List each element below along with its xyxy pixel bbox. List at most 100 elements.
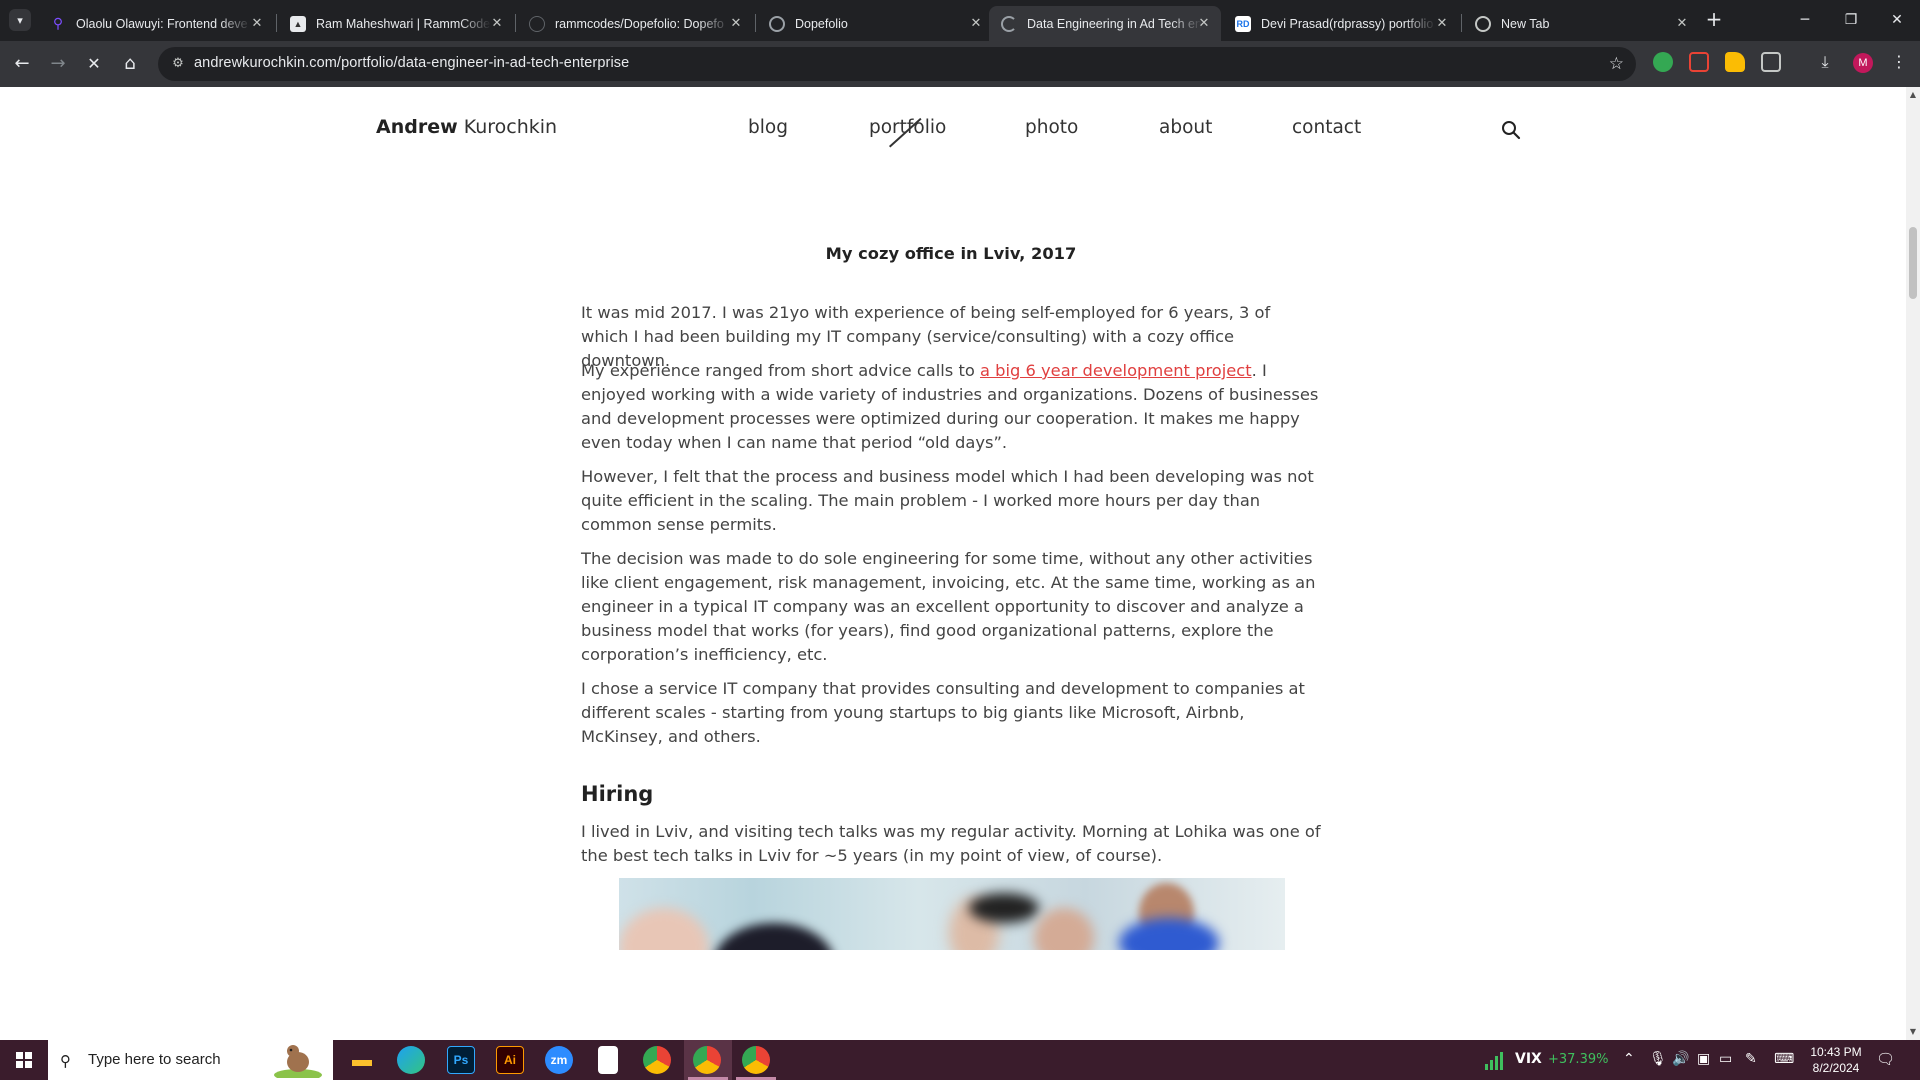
tab-4-active[interactable]: Data Engineering in Ad Tech en ✕ bbox=[989, 6, 1221, 41]
paragraph-6: I lived in Lviv, and visiting tech talks… bbox=[581, 822, 1321, 865]
tab-title: rammcodes/Dopefolio: Dopefo bbox=[555, 16, 724, 31]
tab-title: Olaolu Olawuyi: Frontend deve bbox=[76, 16, 248, 31]
search-highlight-squirrel-icon bbox=[274, 1045, 322, 1078]
github-icon bbox=[529, 15, 545, 32]
map-pin-icon: ⚲ bbox=[52, 15, 64, 31]
nav-contact[interactable]: contact bbox=[1292, 117, 1361, 138]
profile-photo-icon: ▲ bbox=[290, 15, 306, 32]
nav-blog[interactable]: blog bbox=[748, 117, 788, 138]
address-bar[interactable]: ⚙ andrewkurochkin.com/portfolio/data-eng… bbox=[158, 47, 1636, 81]
stop-loading-button[interactable]: ✕ bbox=[82, 52, 106, 76]
paragraph-3: However, I felt that the process and bus… bbox=[581, 467, 1314, 534]
site-logo[interactable]: Andrew Kurochkin bbox=[376, 116, 557, 138]
tab-separator bbox=[276, 14, 277, 32]
notepad-icon[interactable] bbox=[598, 1046, 618, 1074]
tab-0[interactable]: ⚲ Olaolu Olawuyi: Frontend deve ✕ bbox=[38, 6, 274, 41]
close-window-button[interactable]: ✕ bbox=[1882, 6, 1912, 34]
page-scrollbar[interactable]: ▲ ▼ bbox=[1906, 87, 1920, 1040]
windows-start-icon[interactable] bbox=[0, 1040, 48, 1080]
paragraph-2: My experience ranged from short advice c… bbox=[581, 359, 1321, 455]
profile-avatar[interactable]: M bbox=[1853, 53, 1873, 73]
close-icon[interactable]: ✕ bbox=[729, 16, 743, 30]
search-placeholder: Type here to search bbox=[88, 1051, 221, 1068]
image-caption: My cozy office in Lviv, 2017 bbox=[825, 244, 1077, 263]
paragraph-4: The decision was made to do sole enginee… bbox=[581, 549, 1316, 664]
camera-icon[interactable]: ▣ bbox=[1697, 1051, 1710, 1067]
tab-separator bbox=[1461, 14, 1462, 32]
restore-button[interactable]: ❐ bbox=[1836, 6, 1866, 34]
back-button[interactable]: ← bbox=[10, 52, 34, 76]
close-icon[interactable]: ✕ bbox=[1435, 16, 1449, 30]
loading-spinner-icon bbox=[1001, 15, 1017, 32]
illustrator-icon[interactable]: Ai bbox=[496, 1046, 524, 1074]
logo-last-name: Kurochkin bbox=[463, 116, 558, 138]
microphone-icon[interactable]: 🎙 bbox=[1649, 1051, 1667, 1067]
project-link[interactable]: a big 6 year development project bbox=[980, 361, 1252, 380]
clock-time: 10:43 PM bbox=[1810, 1045, 1862, 1059]
vix-change: +37.39% bbox=[1548, 1052, 1609, 1067]
speaker-icon[interactable]: 🔊 bbox=[1672, 1051, 1689, 1067]
close-icon[interactable]: ✕ bbox=[490, 16, 504, 30]
network-icon[interactable]: ▭ bbox=[1719, 1051, 1732, 1067]
keyboard-icon[interactable]: ⌨ bbox=[1774, 1051, 1794, 1067]
globe-icon bbox=[769, 15, 785, 32]
nav-about[interactable]: about bbox=[1159, 117, 1212, 138]
extension-folder-icon[interactable] bbox=[1725, 52, 1745, 72]
vix-label: VIX bbox=[1515, 1051, 1542, 1067]
taskbar-search-box[interactable]: ⚲ Type here to search bbox=[48, 1040, 333, 1080]
tab-5[interactable]: RD Devi Prasad(rdprassy) portfolio ✕ bbox=[1223, 6, 1459, 41]
chevron-up-icon[interactable]: ⌃ bbox=[1623, 1051, 1635, 1067]
download-icon[interactable]: ⤓ bbox=[1815, 52, 1835, 72]
tab-title: New Tab bbox=[1501, 16, 1550, 31]
tab-3[interactable]: Dopefolio ✕ bbox=[757, 6, 993, 41]
tab-title: Dopefolio bbox=[795, 16, 848, 31]
tab-separator bbox=[755, 14, 756, 32]
url-text[interactable]: andrewkurochkin.com/portfolio/data-engin… bbox=[194, 55, 629, 71]
clock-date: 8/2/2024 bbox=[1812, 1061, 1860, 1075]
tab-1[interactable]: ▲ Ram Maheshwari | RammCode ✕ bbox=[278, 6, 514, 41]
bookmark-star-icon[interactable]: ☆ bbox=[1609, 54, 1624, 74]
system-clock[interactable]: 10:43 PM 8/2/2024 bbox=[1806, 1044, 1866, 1076]
chrome-icon[interactable] bbox=[643, 1046, 671, 1074]
close-icon[interactable]: ✕ bbox=[1197, 16, 1211, 30]
nav-photo[interactable]: photo bbox=[1025, 117, 1078, 138]
rd-logo-icon: RD bbox=[1235, 15, 1251, 32]
file-explorer-icon[interactable]: ▬ bbox=[348, 1046, 376, 1074]
menu-kebab-icon[interactable]: ⋮ bbox=[1889, 52, 1909, 72]
close-icon[interactable]: ✕ bbox=[250, 16, 264, 30]
tab-strip: ▾ ⚲ Olaolu Olawuyi: Frontend deve ✕ ▲ Ra… bbox=[0, 0, 1920, 41]
tab-search-button[interactable]: ▾ bbox=[9, 9, 31, 31]
paragraph-5: I chose a service IT company that provid… bbox=[581, 679, 1305, 746]
extension-red-icon[interactable] bbox=[1689, 52, 1709, 72]
close-icon[interactable]: ✕ bbox=[1675, 16, 1689, 30]
tab-separator bbox=[515, 14, 516, 32]
forward-button[interactable]: → bbox=[46, 52, 70, 76]
home-button[interactable]: ⌂ bbox=[118, 52, 142, 76]
edge-icon[interactable] bbox=[397, 1046, 425, 1074]
site-info-icon[interactable]: ⚙ bbox=[170, 56, 186, 72]
scroll-thumb[interactable] bbox=[1909, 227, 1917, 299]
zoom-icon[interactable]: zm bbox=[545, 1046, 573, 1074]
new-tab-button[interactable]: + bbox=[1703, 9, 1725, 31]
tab-title: Ram Maheshwari | RammCode bbox=[316, 16, 491, 31]
scroll-down-arrow[interactable]: ▼ bbox=[1909, 1028, 1917, 1036]
search-icon[interactable] bbox=[1501, 120, 1521, 140]
close-icon[interactable]: ✕ bbox=[969, 16, 983, 30]
notification-icon[interactable]: 🗨 bbox=[1876, 1050, 1896, 1070]
photoshop-icon[interactable]: Ps bbox=[447, 1046, 475, 1074]
extension-icon[interactable] bbox=[1653, 52, 1673, 72]
minimize-button[interactable]: ─ bbox=[1790, 6, 1820, 34]
tab-6[interactable]: New Tab ✕ bbox=[1463, 6, 1699, 41]
tab-2[interactable]: rammcodes/Dopefolio: Dopefo ✕ bbox=[517, 6, 753, 41]
search-icon: ⚲ bbox=[60, 1052, 71, 1070]
chrome-profile-2-icon[interactable] bbox=[742, 1046, 770, 1074]
pen-icon[interactable]: ✎ bbox=[1745, 1051, 1757, 1067]
stock-chart-icon[interactable] bbox=[1484, 1050, 1508, 1070]
tab-title: Devi Prasad(rdprassy) portfolio bbox=[1261, 16, 1434, 31]
section-heading-hiring: Hiring bbox=[581, 782, 654, 806]
extensions-puzzle-icon[interactable] bbox=[1761, 52, 1781, 72]
tab-title: Data Engineering in Ad Tech en bbox=[1027, 16, 1202, 31]
web-page: Andrew Kurochkin blog portfolio photo ab… bbox=[0, 87, 1906, 1040]
chrome-profile-m-icon[interactable] bbox=[693, 1046, 721, 1074]
scroll-up-arrow[interactable]: ▲ bbox=[1909, 91, 1917, 99]
